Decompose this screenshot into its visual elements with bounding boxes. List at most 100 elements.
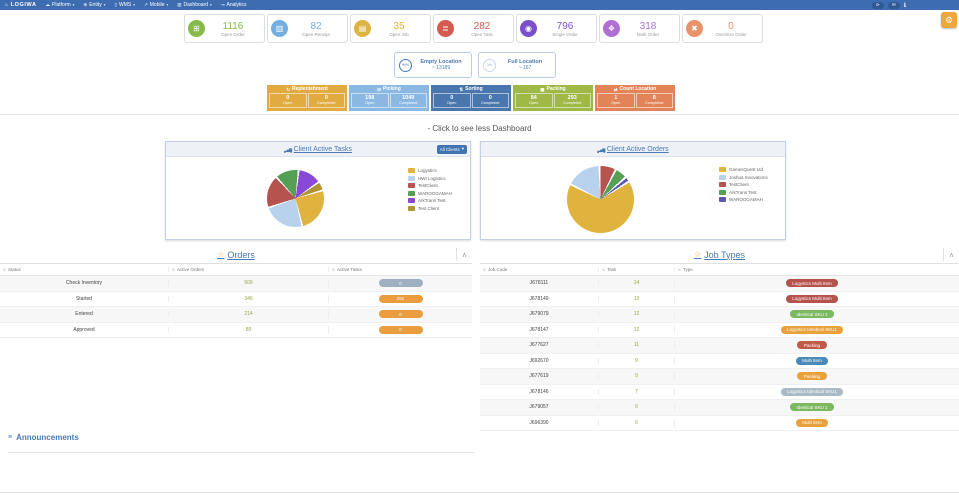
column-header-status[interactable]: ⇅Status bbox=[0, 267, 168, 272]
task-count-cell: 6 bbox=[598, 420, 674, 426]
chart-header: ▂▄▆ Client Active Tasks All Clients ▾ bbox=[166, 142, 470, 157]
info-icon[interactable]: ℹ bbox=[904, 2, 906, 9]
activity-packing: ▦Packing84Open293Completed bbox=[513, 85, 593, 111]
packing-icon: ▦ bbox=[540, 86, 544, 93]
job-type-pill: Logystics Multi Item bbox=[786, 279, 838, 287]
legend-swatch bbox=[719, 167, 726, 172]
activity-cells: 0Open0Completed bbox=[432, 93, 510, 108]
task-count-cell: 9 bbox=[598, 358, 674, 364]
video-camera-icon[interactable]: ⊳ bbox=[872, 2, 884, 9]
nav-item-mobile[interactable]: ↗Mobile▾ bbox=[144, 2, 168, 8]
table-row[interactable]: Entered2140 bbox=[0, 307, 472, 323]
device-icon: ▯ bbox=[114, 2, 116, 8]
column-header-active-orders[interactable]: ⇅Active Orders bbox=[168, 267, 328, 272]
legend-item-arktrans-test: ArkTrans Test bbox=[408, 198, 452, 203]
table-row[interactable]: J67814712Logystics Identical SKU1 bbox=[480, 323, 959, 339]
receipt-box-icon: ▥ bbox=[271, 20, 288, 37]
stat-value: 35 bbox=[371, 21, 427, 32]
stat-value: 1116 bbox=[205, 21, 261, 32]
job-types-table-body: J67811114Logystics Multi ItemJ67814913Lo… bbox=[480, 276, 959, 431]
table-row[interactable]: Approved890 bbox=[0, 323, 472, 339]
active-tasks-cell: 291 bbox=[328, 295, 472, 303]
table-row[interactable]: J67762711Packing bbox=[480, 338, 959, 354]
dashboard-toggle-link[interactable]: - Click to see less Dashboard bbox=[0, 124, 959, 133]
orders-collapse-button[interactable]: ∧ bbox=[456, 248, 472, 261]
active-tasks-pill: 291 bbox=[379, 295, 423, 303]
activity-open-label: Open bbox=[516, 101, 552, 106]
activity-open-cell: 0Open bbox=[433, 93, 471, 108]
full-location-value: ~ 167 bbox=[499, 65, 551, 71]
stat-cards-row: ⊞1116Open Order▥82Open Receipt▤35Open Jo… bbox=[184, 14, 763, 43]
table-row[interactable]: Started346291 bbox=[0, 292, 472, 308]
orders-table-body: Check Inventory5090Started346291Entered2… bbox=[0, 276, 472, 338]
nav-item-entity[interactable]: ⊕Entity▾ bbox=[83, 2, 105, 8]
column-header-label: Status bbox=[8, 267, 21, 272]
nav-item-dashboard[interactable]: ▥Dashboard▾ bbox=[177, 2, 212, 8]
activity-title: ▦Packing bbox=[514, 86, 592, 93]
stat-value: 796 bbox=[537, 21, 593, 32]
dashboard-icon: ▥ bbox=[177, 2, 181, 8]
legend-label: Test Client bbox=[418, 206, 439, 211]
star-icon: ☆ bbox=[694, 250, 701, 259]
activity-picking: ⊟Picking198Open1049Completed bbox=[349, 85, 429, 111]
nav-item-analytics[interactable]: ↝Analytics bbox=[221, 2, 247, 8]
activity-completed-cell: 0Completed bbox=[472, 93, 510, 108]
client-active-tasks-title-link[interactable]: ▂▄▆ Client Active Tasks bbox=[284, 146, 352, 153]
stat-card-multi-order: ❖318Multi Order bbox=[599, 14, 680, 43]
settings-gear-button[interactable]: ⚙ bbox=[941, 12, 957, 28]
orders-title-link[interactable]: ☆ Orders bbox=[217, 250, 255, 260]
stat-card-text: 35Open Job bbox=[371, 21, 427, 37]
logiwa-logo[interactable]: ⌂ LOGIWA bbox=[5, 2, 37, 8]
job-type-pill: Multi Item bbox=[796, 419, 828, 427]
activity-sorting: ⇅Sorting0Open0Completed bbox=[431, 85, 511, 111]
table-row[interactable]: J6790576Identical SKU 1 bbox=[480, 400, 959, 416]
table-row[interactable]: J6776199Packing bbox=[480, 369, 959, 385]
task-count-cell: 13 bbox=[598, 296, 674, 302]
column-header-job-code[interactable]: ⇅Job Code bbox=[480, 267, 598, 272]
activity-cells: 0Open0Completed bbox=[268, 93, 346, 108]
table-row[interactable]: Check Inventory5090 bbox=[0, 276, 472, 292]
table-row[interactable]: J6781467Logystics Identical SKU1 bbox=[480, 385, 959, 401]
table-row[interactable]: J67907912Identical SKU 1 bbox=[480, 307, 959, 323]
job-type-pill: Logystics Identical SKU1 bbox=[781, 388, 843, 396]
client-active-tasks-panel: ▂▄▆ Client Active Tasks All Clients ▾ Lo… bbox=[165, 141, 471, 240]
legend-swatch bbox=[408, 168, 415, 173]
nav-item-platform[interactable]: ☁Platform▾ bbox=[46, 2, 75, 8]
activity-open-label: Open bbox=[598, 101, 634, 106]
all-clients-dropdown[interactable]: All Clients ▾ bbox=[437, 145, 467, 154]
activity-cells: 84Open293Completed bbox=[514, 93, 592, 108]
nav-item-wms[interactable]: ▯WMS▾ bbox=[114, 2, 134, 8]
stat-label: Open Task bbox=[454, 32, 510, 37]
all-clients-dropdown-label: All Clients bbox=[440, 147, 460, 152]
job-types-title-link[interactable]: ☆ Job Types bbox=[694, 250, 745, 260]
table-row[interactable]: J67811114Logystics Multi Item bbox=[480, 276, 959, 292]
stat-card-text: 318Multi Order bbox=[620, 21, 676, 37]
active-orders-cell: 346 bbox=[168, 296, 328, 302]
table-row[interactable]: J6926709Multi Item bbox=[480, 354, 959, 370]
legend-label: ArkTrans Test bbox=[418, 198, 446, 203]
chat-icon[interactable]: ✉ bbox=[888, 2, 900, 9]
legend-swatch bbox=[719, 190, 726, 195]
empty-location-text: Empty Location ~ 13189 bbox=[415, 59, 467, 71]
client-active-orders-title-link[interactable]: ▂▄▆ Client Active Orders bbox=[597, 146, 668, 153]
activity-title-text: Packing bbox=[547, 86, 566, 93]
legend-item-test-client: Test Client bbox=[408, 206, 452, 211]
column-header-type[interactable]: ⇅Type bbox=[674, 267, 959, 272]
column-header-active-tasks[interactable]: ⇅Active Tasks bbox=[328, 267, 472, 272]
chevron-down-icon: ▾ bbox=[73, 3, 75, 7]
stat-card-open-receipt: ▥82Open Receipt bbox=[267, 14, 348, 43]
activity-completed-label: Completed bbox=[473, 101, 509, 106]
column-header-task[interactable]: ⇅Task bbox=[598, 267, 674, 272]
announcements-divider bbox=[8, 452, 474, 453]
stat-label: Open Order bbox=[205, 32, 261, 37]
table-row[interactable]: J6963906Multi Item bbox=[480, 416, 959, 432]
active-orders-cell: 509 bbox=[168, 280, 328, 286]
legend-label: GamesQuest Ltd. bbox=[729, 167, 764, 172]
job-types-collapse-button[interactable]: ∧ bbox=[943, 248, 959, 261]
task-list-icon: ≣ bbox=[437, 20, 454, 37]
table-row[interactable]: J67814913Logystics Multi Item bbox=[480, 292, 959, 308]
active-orders-cell: 89 bbox=[168, 327, 328, 333]
nav-item-label: Analytics bbox=[227, 2, 247, 8]
activity-open-label: Open bbox=[270, 101, 306, 106]
cart-icon: ⊞ bbox=[188, 20, 205, 37]
